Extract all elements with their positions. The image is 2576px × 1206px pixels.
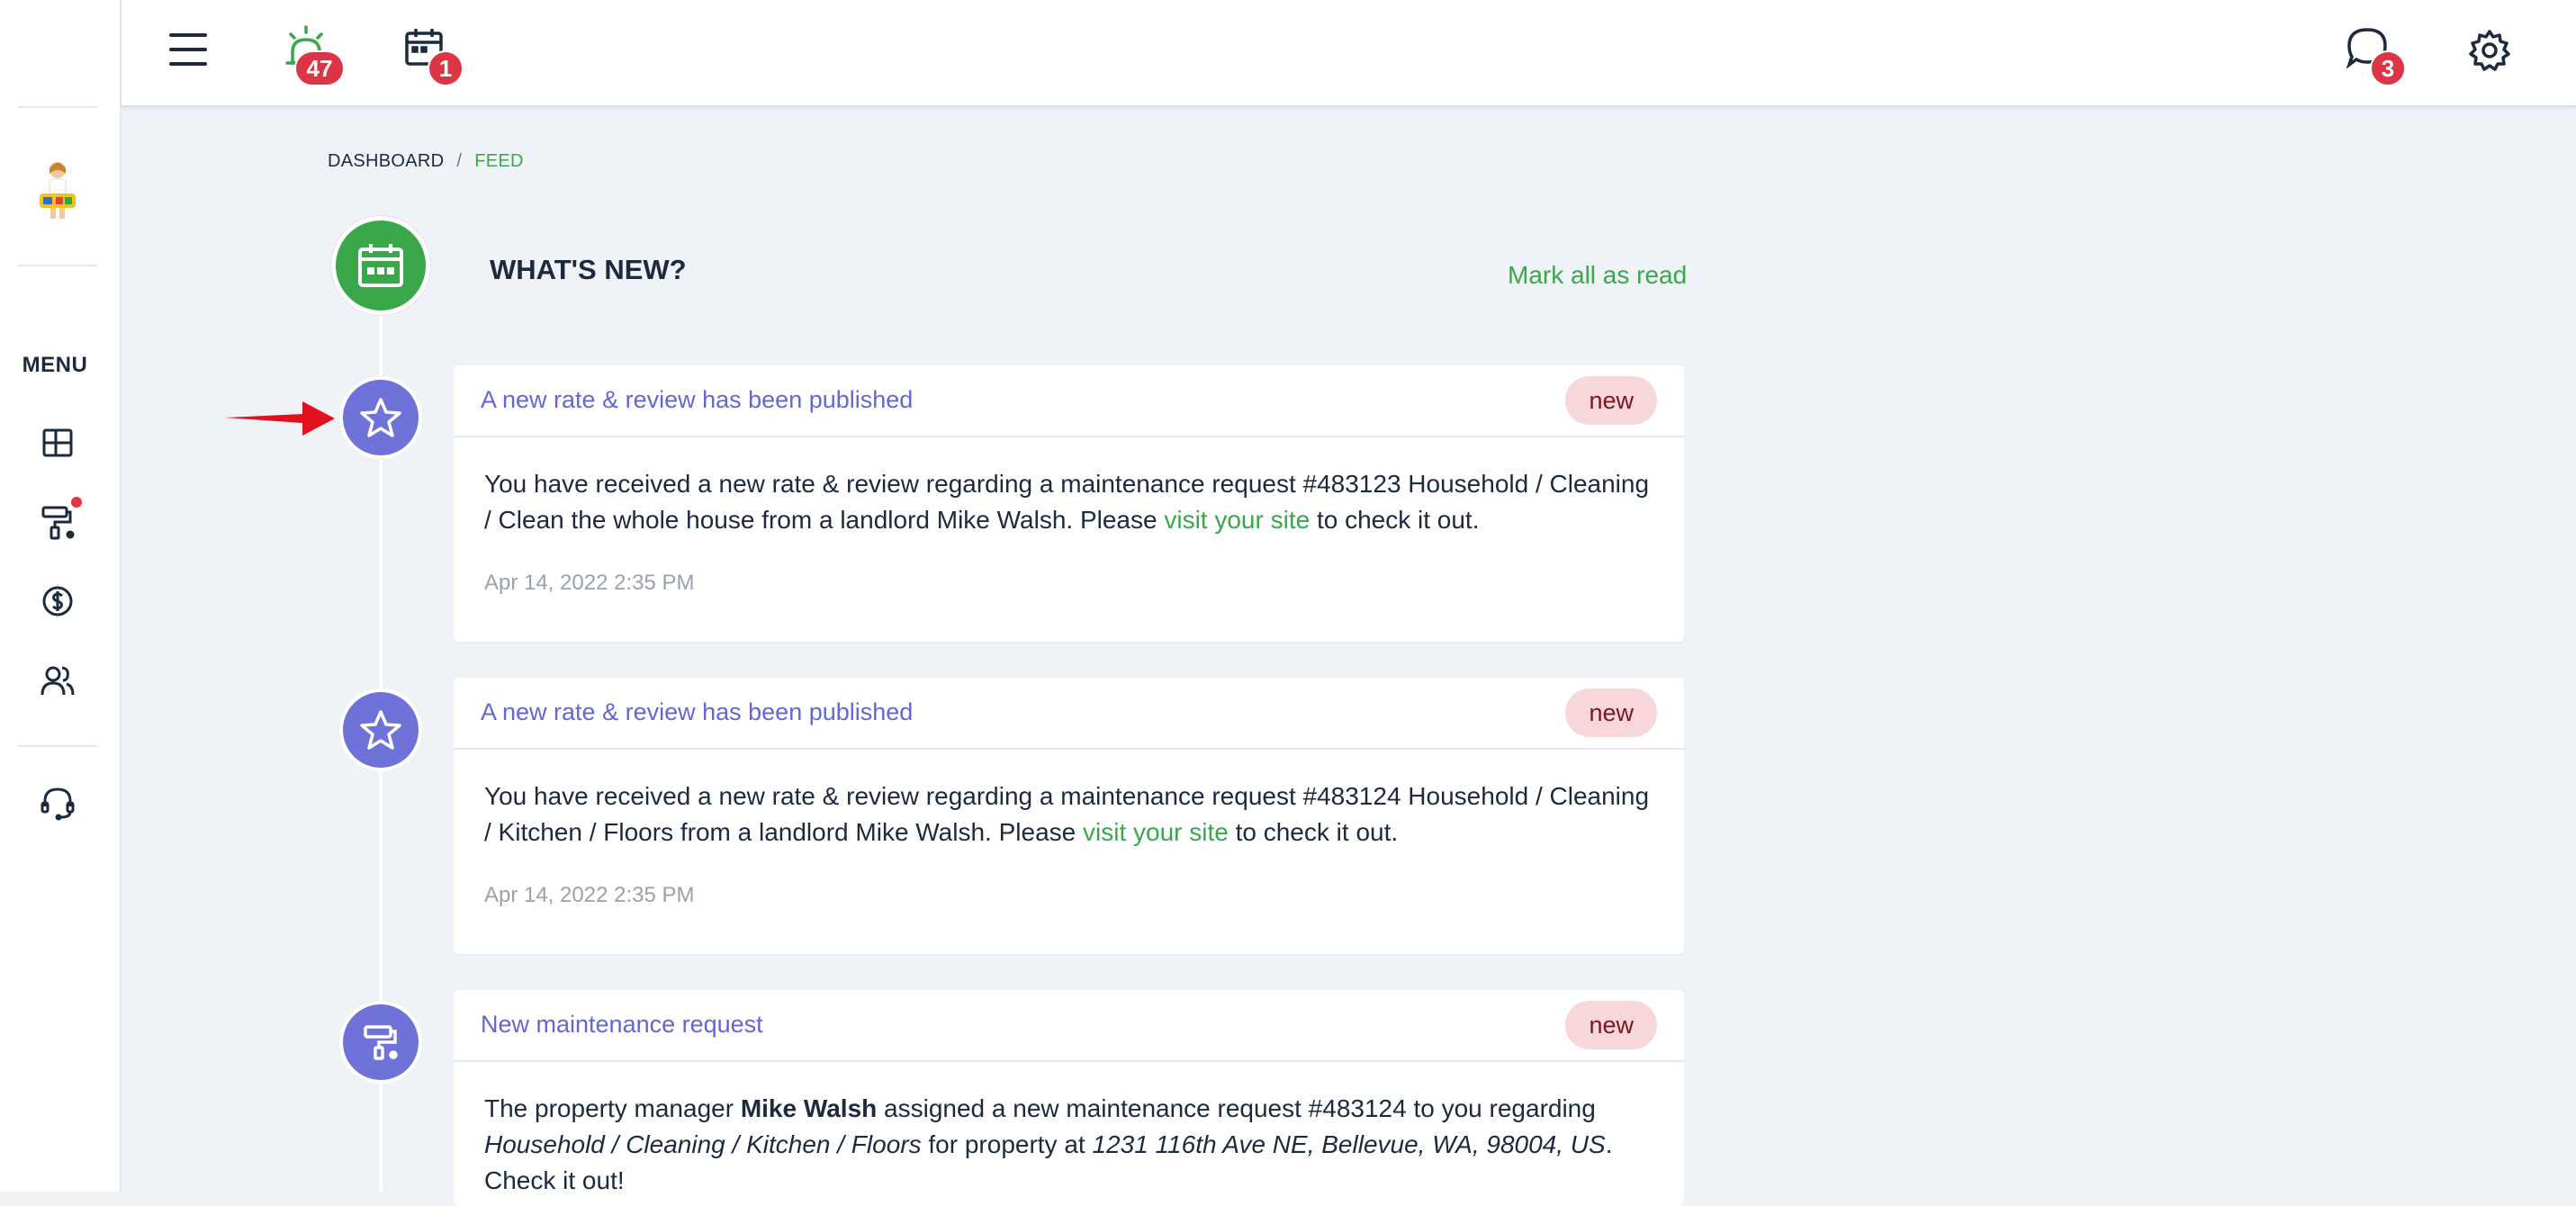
mark-all-as-read-link[interactable]: Mark all as read xyxy=(1508,261,1687,290)
card-title[interactable]: New maintenance request xyxy=(481,1011,763,1039)
timeline-roller-badge xyxy=(339,1001,422,1084)
card-title[interactable]: A new rate & review has been published xyxy=(481,386,913,414)
message-text: assigned a new maintenance request #4831… xyxy=(877,1094,1596,1122)
feed-card: A new rate & review has been published n… xyxy=(454,365,1684,642)
card-header: New maintenance request new xyxy=(454,990,1684,1062)
menu-label: MENU xyxy=(22,353,88,377)
timeline-star-badge xyxy=(339,376,422,459)
top-header: 47 1 3 xyxy=(122,0,2576,107)
red-arrow-icon xyxy=(225,398,342,444)
sidebar-divider xyxy=(18,745,97,747)
dashboard-icon[interactable] xyxy=(36,421,79,464)
settings-gear-icon[interactable] xyxy=(2468,29,2511,72)
star-icon xyxy=(360,710,401,750)
star-icon xyxy=(360,398,401,437)
paint-roller-icon xyxy=(364,1025,398,1060)
headset-icon[interactable] xyxy=(36,781,79,824)
new-badge: new xyxy=(1565,376,1657,425)
sidebar-divider xyxy=(18,265,97,266)
dollar-icon[interactable] xyxy=(36,580,79,623)
message-text: to check it out. xyxy=(1310,506,1480,534)
feed-card: A new rate & review has been published n… xyxy=(454,678,1684,954)
alerts-badge: 47 xyxy=(294,50,345,86)
breadcrumb-dashboard[interactable]: DASHBOARD xyxy=(328,151,444,171)
card-title[interactable]: A new rate & review has been published xyxy=(481,698,913,726)
visit-your-site-link[interactable]: visit your site xyxy=(1083,818,1229,846)
request-category: Household / Cleaning / Kitchen / Floors xyxy=(484,1130,922,1158)
card-timestamp: Apr 14, 2022 2:35 PM xyxy=(484,571,695,595)
hamburger-menu-icon[interactable] xyxy=(168,31,208,68)
page-title: WHAT'S NEW? xyxy=(490,254,687,285)
manager-name: Mike Walsh xyxy=(740,1094,878,1122)
card-header: A new rate & review has been published n… xyxy=(454,678,1684,750)
new-badge: new xyxy=(1565,1001,1657,1049)
alerts-button[interactable]: 47 xyxy=(284,23,356,86)
breadcrumb-separator: / xyxy=(456,151,463,171)
users-icon[interactable] xyxy=(36,659,79,702)
card-timestamp: Apr 14, 2022 2:35 PM xyxy=(484,883,695,907)
messages-button[interactable]: 3 xyxy=(2345,25,2417,88)
card-message: You have received a new rate & review re… xyxy=(454,437,1684,538)
messages-badge: 3 xyxy=(2370,50,2406,86)
new-badge: new xyxy=(1565,688,1657,737)
card-message: The property manager Mike Walsh assigned… xyxy=(454,1062,1684,1199)
calendar-icon xyxy=(358,244,403,287)
avatar[interactable] xyxy=(32,158,83,220)
sidebar-divider xyxy=(18,106,97,108)
breadcrumb: DASHBOARD / FEED xyxy=(328,151,524,172)
message-text: You have received a new rate & review re… xyxy=(484,782,1650,846)
feed-card: New maintenance request new The property… xyxy=(454,990,1684,1206)
card-message: You have received a new rate & review re… xyxy=(454,750,1684,850)
card-header: A new rate & review has been published n… xyxy=(454,365,1684,437)
visit-your-site-link[interactable]: visit your site xyxy=(1164,506,1310,534)
calendar-button[interactable]: 1 xyxy=(402,25,465,88)
paint-roller-icon[interactable] xyxy=(36,500,79,544)
message-text: The property manager xyxy=(484,1094,741,1122)
message-text: to check it out. xyxy=(1228,818,1399,846)
whats-new-calendar-badge xyxy=(331,216,430,315)
message-text: for property at xyxy=(921,1130,1093,1158)
timeline-star-badge xyxy=(339,688,422,771)
calendar-badge: 1 xyxy=(428,50,464,86)
sidebar: MENU xyxy=(0,0,122,1192)
breadcrumb-feed: FEED xyxy=(474,151,524,171)
property-address: 1231 116th Ave NE, Bellevue, WA, 98004, … xyxy=(1092,1130,1606,1158)
notification-dot xyxy=(71,497,82,508)
